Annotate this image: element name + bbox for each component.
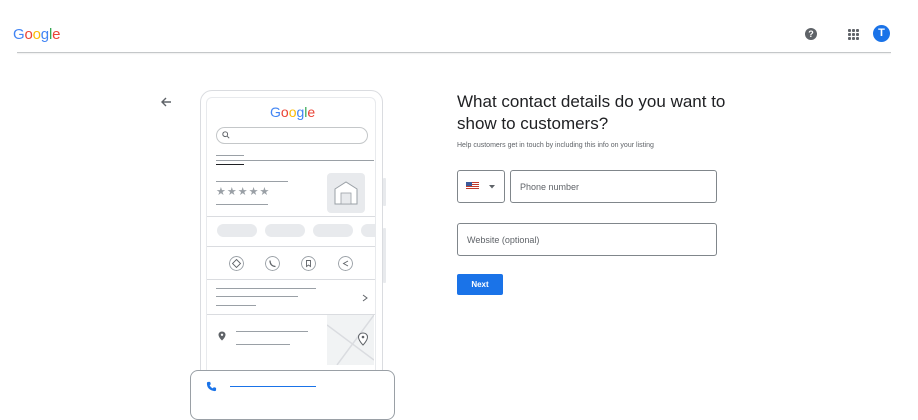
phone-call-icon [206, 381, 217, 392]
grid-apps-icon[interactable] [848, 29, 859, 40]
back-arrow-icon[interactable] [158, 94, 174, 110]
illustration-text-line [216, 288, 316, 289]
illustration-divider [207, 246, 375, 247]
call-icon [265, 256, 280, 271]
website-input[interactable] [457, 223, 717, 256]
illustration-chip [265, 224, 305, 237]
illustration-search-bar [216, 127, 368, 144]
illustration-text-line [216, 204, 268, 205]
phone-button [383, 178, 386, 206]
header-divider [17, 52, 891, 53]
phone-number-input[interactable] [510, 170, 717, 203]
illustration-google-logo: Google [270, 104, 315, 120]
call-card [190, 370, 395, 420]
next-button[interactable]: Next [457, 274, 503, 295]
illustration-tab-line [216, 155, 244, 156]
logo-letter: o [32, 26, 41, 43]
logo-letter: e [52, 26, 61, 43]
map-thumbnail [327, 315, 374, 365]
help-icon[interactable]: ? [805, 28, 817, 40]
page-subtitle: Help customers get in touch by including… [457, 142, 654, 149]
logo-letter: g [40, 26, 49, 43]
caret-down-icon [489, 185, 495, 189]
logo-letter: o [24, 26, 33, 43]
logo-letter: e [307, 104, 316, 120]
illustration-text-line [216, 305, 256, 306]
illustration-text-line [236, 331, 308, 332]
directions-icon [229, 256, 244, 271]
rating-stars: ★★★★★ [216, 186, 271, 198]
logo-letter: G [13, 26, 25, 43]
page-title: What contact details do you want to show… [457, 92, 726, 133]
illustration-chip [361, 224, 375, 237]
location-pin-icon [218, 331, 226, 341]
illustration-tab-line [216, 160, 374, 161]
search-icon [222, 131, 230, 139]
chevron-right-icon [362, 294, 368, 302]
illustration-text-line [216, 181, 288, 182]
illustration-chip [313, 224, 353, 237]
bookmark-icon [301, 256, 316, 271]
illustration-text-line [216, 296, 298, 297]
phone-button [383, 228, 386, 283]
illustration-tab-line [216, 164, 244, 165]
illustration-chip [217, 224, 257, 237]
avatar[interactable]: T [873, 25, 890, 42]
illustration-divider [207, 216, 375, 217]
logo-letter: o [280, 104, 289, 120]
top-bar: Google ? T [0, 0, 918, 54]
logo-letter: G [270, 104, 281, 120]
illustration-divider [207, 279, 375, 280]
us-flag-icon [466, 182, 479, 190]
store-image [327, 173, 365, 213]
google-logo[interactable]: Google [13, 26, 60, 43]
country-code-select[interactable] [457, 170, 505, 203]
share-icon [338, 256, 353, 271]
call-card-line [230, 386, 316, 387]
store-icon [334, 181, 358, 205]
illustration-text-line [236, 344, 290, 345]
